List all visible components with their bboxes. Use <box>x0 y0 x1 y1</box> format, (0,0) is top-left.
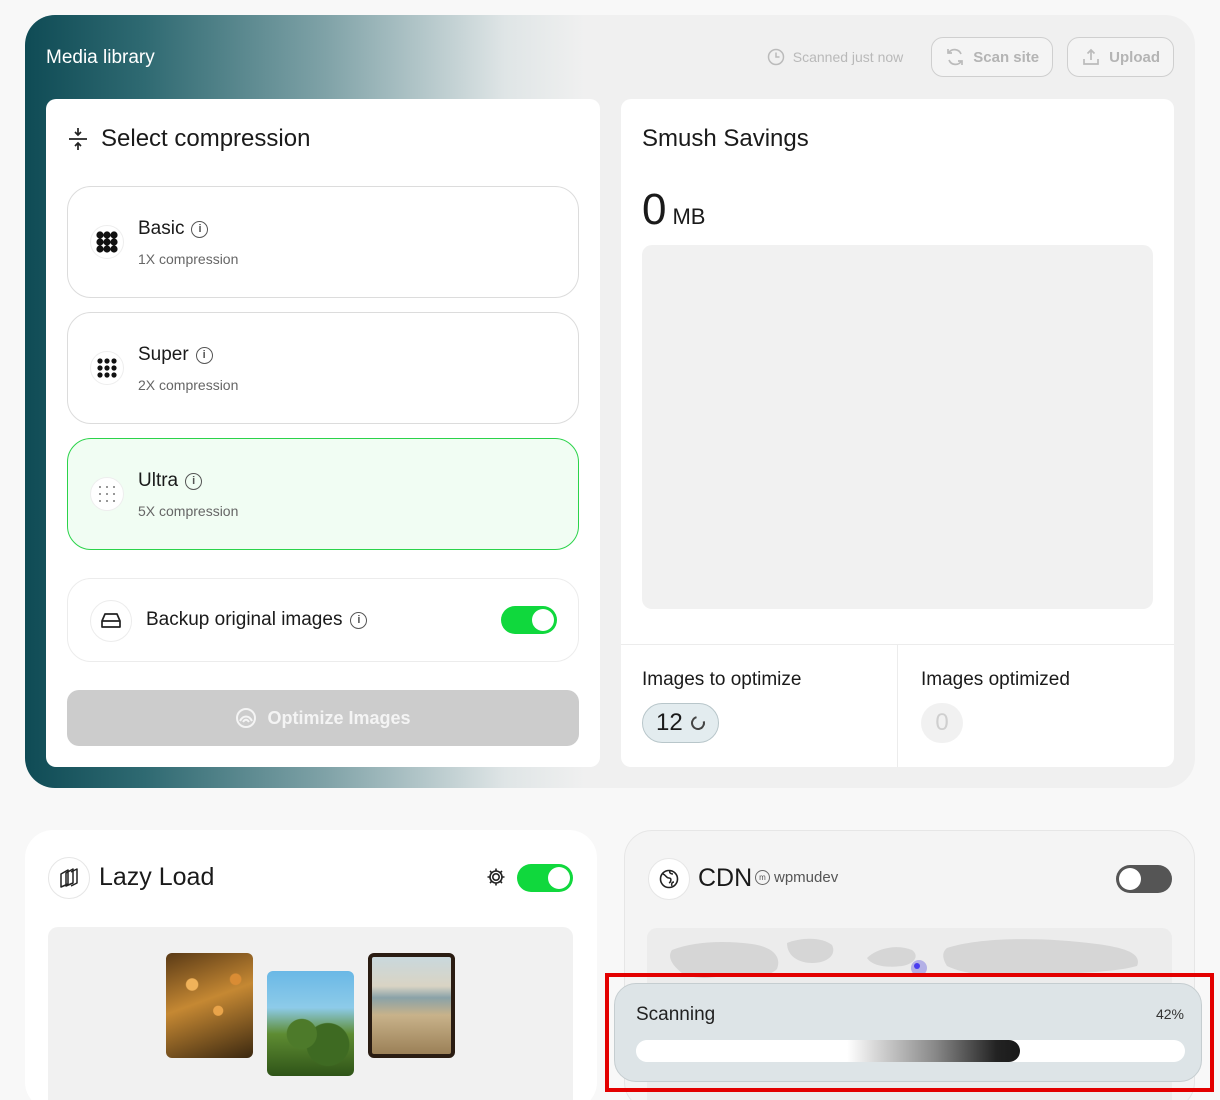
backup-label-text: Backup original images <box>146 609 343 630</box>
backup-row: Backup original images i <box>67 578 579 662</box>
scan-status: Scanned just now <box>767 48 904 66</box>
media-library-actions: Scanned just now Scan site Upload <box>767 37 1174 77</box>
scanning-progress-track <box>636 1040 1185 1062</box>
scanning-label: Scanning <box>636 1004 716 1025</box>
wpmudev-logo-icon: m <box>755 870 770 885</box>
savings-unit: MB <box>672 204 706 229</box>
loading-spinner-icon <box>688 713 708 733</box>
super-option-title: Super i <box>138 344 213 366</box>
compression-option-super[interactable]: Super i 2X compression <box>67 312 579 424</box>
lazy-load-preview <box>48 927 573 1100</box>
smush-icon <box>236 708 257 728</box>
compression-option-basic[interactable]: Basic i 1X compression <box>67 186 579 298</box>
upload-button[interactable]: Upload <box>1067 37 1174 77</box>
compression-option-ultra[interactable]: Ultra i 5X compression <box>67 438 579 550</box>
savings-number: 0 <box>642 185 667 234</box>
basic-option-title: Basic i <box>138 218 209 240</box>
images-optimized-label: Images optimized <box>921 669 1070 690</box>
media-library-title: Media library <box>46 47 155 68</box>
info-icon[interactable]: i <box>195 346 213 364</box>
preview-image-beach <box>368 953 455 1058</box>
scanning-percent: 42% <box>1155 1006 1184 1022</box>
clock-icon <box>767 48 784 66</box>
super-dots-icon <box>90 351 124 385</box>
lazy-load-icon <box>48 857 90 899</box>
lazy-load-toggle[interactable] <box>517 864 573 892</box>
refresh-icon <box>947 48 964 66</box>
drive-icon <box>90 600 132 642</box>
cdn-title: CDN <box>698 864 753 892</box>
savings-chart-placeholder <box>642 245 1153 609</box>
cdn-handle-text: wpmudev <box>774 869 839 886</box>
scan-status-text: Scanned just now <box>792 49 904 65</box>
scanning-progress-fill <box>636 1040 1021 1062</box>
media-library-panel: Media library Scanned just now Scan site… <box>25 15 1195 788</box>
info-icon[interactable]: i <box>350 611 368 629</box>
compression-heading: Select compression <box>67 125 310 153</box>
scanning-progress-panel: Scanning 42% <box>614 983 1202 1082</box>
backup-label: Backup original images i <box>146 609 368 631</box>
images-to-optimize-value: 12 <box>656 709 683 736</box>
ultra-option-name: Ultra <box>138 470 179 491</box>
globe-icon <box>648 858 690 900</box>
basic-option-name: Basic <box>138 218 185 239</box>
optimize-images-label: Optimize Images <box>267 707 411 728</box>
smush-savings-card: Smush Savings 0 MB Images to optimize 12… <box>621 99 1174 767</box>
savings-value: 0 MB <box>642 185 705 235</box>
upload-label: Upload <box>1109 48 1160 66</box>
optimize-images-button[interactable]: Optimize Images <box>67 690 579 746</box>
images-optimized-count: 0 <box>921 703 963 743</box>
stats-divider <box>897 645 898 767</box>
super-option-subtitle: 2X compression <box>138 377 239 393</box>
lazy-load-title: Lazy Load <box>99 863 215 891</box>
images-to-optimize-count: 12 <box>642 703 719 743</box>
gear-icon[interactable] <box>485 866 507 893</box>
cdn-toggle[interactable] <box>1116 865 1172 893</box>
info-icon[interactable]: i <box>191 220 209 238</box>
lazy-load-card: Lazy Load <box>25 830 597 1100</box>
ultra-option-title: Ultra i <box>138 470 203 492</box>
basic-dots-icon <box>90 225 124 259</box>
images-to-optimize-label: Images to optimize <box>642 669 802 690</box>
basic-option-subtitle: 1X compression <box>138 251 239 267</box>
compression-heading-text: Select compression <box>101 125 311 152</box>
compress-icon <box>69 128 87 150</box>
info-icon[interactable]: i <box>185 472 203 490</box>
scan-site-button[interactable]: Scan site <box>931 37 1054 77</box>
images-optimized-value: 0 <box>935 709 949 736</box>
super-option-name: Super <box>138 344 189 365</box>
preview-image-lights <box>166 953 253 1058</box>
scan-site-label: Scan site <box>973 48 1040 66</box>
ultra-option-subtitle: 5X compression <box>138 503 239 519</box>
preview-image-tree <box>267 971 354 1076</box>
upload-icon <box>1083 48 1100 65</box>
select-compression-card: Select compression Basic i 1X compressio… <box>46 99 600 767</box>
backup-toggle[interactable] <box>501 606 557 634</box>
savings-title: Smush Savings <box>642 125 809 152</box>
cdn-handle: m wpmudev <box>755 869 838 886</box>
ultra-dots-icon <box>90 477 124 511</box>
